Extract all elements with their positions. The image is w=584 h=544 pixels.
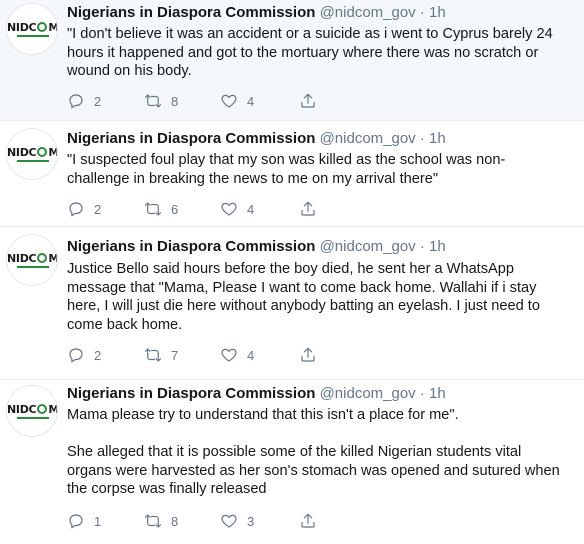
tweet-text-line: here, I will just die here without anybo… <box>67 298 540 314</box>
tweet-header: Nigerians in Diaspora Commission @nidcom… <box>67 385 446 402</box>
tweet[interactable]: NIDC M Nigerians in Diaspora Commission @… <box>0 121 584 227</box>
retweet-icon <box>144 514 162 528</box>
reply-button[interactable]: 1 <box>67 511 101 531</box>
timestamp[interactable]: 1h <box>429 385 446 402</box>
tweet[interactable]: NIDC M Nigerians in Diaspora Commission @… <box>0 227 584 380</box>
tweet-text: "I suspected foul play that my son was k… <box>67 151 572 188</box>
tweet-text-line: message that "Mama, Please I want to com… <box>67 279 537 296</box>
retweet-count: 7 <box>171 347 179 363</box>
share-icon <box>301 347 315 362</box>
timestamp[interactable]: 1h <box>429 238 446 255</box>
handle[interactable]: @nidcom_gov <box>320 238 416 255</box>
share-button[interactable] <box>299 511 317 531</box>
retweet-count: 8 <box>171 513 179 529</box>
reply-count: 2 <box>94 347 102 363</box>
timestamp[interactable]: 1h <box>429 130 446 147</box>
like-count: 3 <box>247 513 255 529</box>
share-button[interactable] <box>299 345 317 365</box>
nidcom-logo: NIDC M <box>7 252 58 265</box>
separator-dot: · <box>419 238 425 255</box>
tweet-text-line: wound on his body. <box>67 63 192 79</box>
timestamp[interactable]: 1h <box>429 4 446 21</box>
retweet-button[interactable]: 6 <box>144 199 178 219</box>
tweet-header: Nigerians in Diaspora Commission @nidcom… <box>67 4 446 21</box>
share-button[interactable] <box>299 91 317 111</box>
like-button[interactable]: 4 <box>220 91 254 111</box>
like-button[interactable]: 4 <box>220 345 254 365</box>
reply-button[interactable]: 2 <box>67 345 101 365</box>
reply-button[interactable]: 2 <box>67 91 101 111</box>
retweet-button[interactable]: 7 <box>144 345 178 365</box>
heart-icon <box>221 94 237 108</box>
tweet-text-line: challenge in breaking the news to me on … <box>67 170 439 187</box>
retweet-count: 8 <box>171 93 179 109</box>
tweet-text: Mama please try to understand that this … <box>67 406 572 499</box>
separator-dot: · <box>419 385 425 402</box>
retweet-icon <box>144 94 162 108</box>
retweet-count: 6 <box>171 201 179 217</box>
display-name[interactable]: Nigerians in Diaspora Commission <box>67 385 315 402</box>
reply-icon <box>69 202 83 217</box>
reply-count: 1 <box>94 513 102 529</box>
reply-icon <box>69 514 83 529</box>
like-button[interactable]: 3 <box>220 511 254 531</box>
tweet[interactable]: NIDC M Nigerians in Diaspora Commission @… <box>0 0 584 121</box>
tweet-text-line: come back home. <box>67 316 183 333</box>
tweet-text-line: hours it happened and got to the mortuar… <box>67 44 539 61</box>
like-count: 4 <box>247 201 255 217</box>
tweet-text-line: Justice Bello said hours before the boy … <box>67 261 514 277</box>
handle[interactable]: @nidcom_gov <box>320 130 416 147</box>
retweet-button[interactable]: 8 <box>144 91 178 111</box>
reply-count: 2 <box>94 93 102 109</box>
reply-button[interactable]: 2 <box>67 199 101 219</box>
tweet-header: Nigerians in Diaspora Commission @nidcom… <box>67 130 446 147</box>
tweet-text-blank-line <box>67 425 572 444</box>
tweet-feed: NIDC M Nigerians in Diaspora Commission @… <box>0 0 584 544</box>
avatar[interactable]: NIDC M <box>6 128 58 180</box>
handle[interactable]: @nidcom_gov <box>320 4 416 21</box>
tweet-text-line: "I don't believe it was an accident or a… <box>67 26 553 42</box>
reply-count: 2 <box>94 201 102 217</box>
nidcom-logo: NIDC M <box>7 21 58 34</box>
display-name[interactable]: Nigerians in Diaspora Commission <box>67 238 315 255</box>
display-name[interactable]: Nigerians in Diaspora Commission <box>67 4 315 21</box>
nidcom-logo: NIDC M <box>7 146 58 159</box>
separator-dot: · <box>419 4 425 21</box>
tweet-text-line: Mama please try to understand that this … <box>67 407 459 423</box>
heart-icon <box>221 514 237 528</box>
reply-icon <box>69 348 83 363</box>
retweet-button[interactable]: 8 <box>144 511 178 531</box>
display-name[interactable]: Nigerians in Diaspora Commission <box>67 130 315 147</box>
share-icon <box>301 201 315 216</box>
like-count: 4 <box>247 93 255 109</box>
retweet-icon <box>144 202 162 216</box>
tweet-text: "I don't believe it was an accident or a… <box>67 25 572 81</box>
like-count: 4 <box>247 347 255 363</box>
reply-icon <box>69 94 83 109</box>
nidcom-logo: NIDC M <box>7 403 58 416</box>
heart-icon <box>221 348 237 362</box>
avatar[interactable]: NIDC M <box>6 385 58 437</box>
share-icon <box>301 513 315 528</box>
tweet-text-line: "I suspected foul play that my son was k… <box>67 152 506 168</box>
avatar[interactable]: NIDC M <box>6 3 58 55</box>
tweet-text-line: organs were harvested as her son's stoma… <box>67 462 560 479</box>
share-button[interactable] <box>299 199 317 219</box>
handle[interactable]: @nidcom_gov <box>320 385 416 402</box>
separator-dot: · <box>419 130 425 147</box>
avatar[interactable]: NIDC M <box>6 234 58 286</box>
tweet-text-line: She alleged that it is possible some of … <box>67 444 522 460</box>
like-button[interactable]: 4 <box>220 199 254 219</box>
heart-icon <box>221 202 237 216</box>
tweet-header: Nigerians in Diaspora Commission @nidcom… <box>67 238 446 255</box>
share-icon <box>301 93 315 108</box>
tweet-text: Justice Bello said hours before the boy … <box>67 260 572 334</box>
tweet-text-line: the corpse was finally released <box>67 481 267 497</box>
retweet-icon <box>144 348 162 362</box>
tweet[interactable]: NIDC M Nigerians in Diaspora Commission @… <box>0 380 584 544</box>
